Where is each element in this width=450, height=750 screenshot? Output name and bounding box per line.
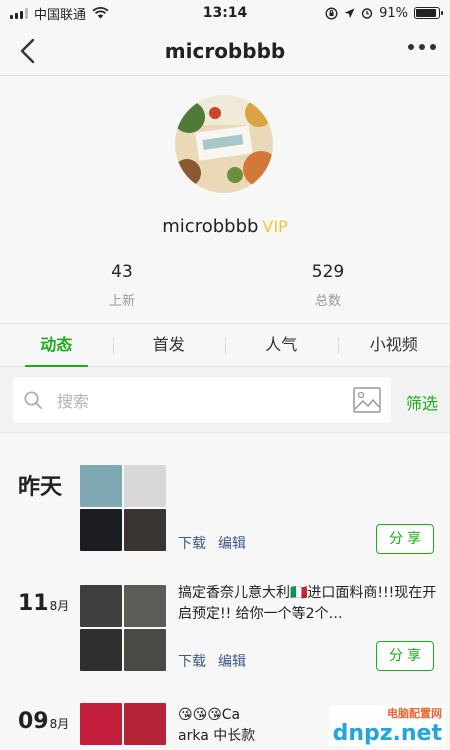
- post-thumbnails[interactable]: [80, 703, 166, 745]
- post-thumbnails[interactable]: [80, 465, 166, 551]
- stat-total-label: 总数: [314, 294, 341, 309]
- stat-new-value: 43: [111, 262, 133, 282]
- feed-list: 昨天 下载 编辑 分享 118月 搞定香奈儿意大利🇮🇹进口面料商!!!现在开启预…: [0, 432, 450, 750]
- stat-total[interactable]: 529 总数: [268, 262, 388, 309]
- stat-new-label: 上新: [108, 294, 135, 309]
- post-thumbnail[interactable]: [80, 629, 122, 671]
- post-thumbnail[interactable]: [124, 509, 166, 551]
- post-date: 昨天: [18, 469, 62, 501]
- clock: 13:14: [202, 5, 248, 21]
- post-text[interactable]: 搞定香奈儿意大利🇮🇹进口面料商!!!现在开启预定!! 给你一个等2个…: [178, 583, 440, 627]
- post-thumbnail[interactable]: [80, 509, 122, 551]
- tab-premiere[interactable]: 首发: [112, 324, 226, 366]
- watermark-subtext: 电脑配置网: [387, 707, 442, 720]
- tab-dynamic[interactable]: 动态: [0, 324, 113, 367]
- post-thumbnail[interactable]: [124, 629, 166, 671]
- post-thumbnail[interactable]: [124, 703, 166, 745]
- download-link[interactable]: 下载: [178, 651, 206, 671]
- watermark: 电脑配置网 dnpz.net: [328, 705, 446, 746]
- carrier-label: 中国联通: [34, 7, 87, 23]
- search-placeholder: 搜索: [57, 392, 90, 411]
- nav-bar: microbbbb: [0, 26, 450, 76]
- post-date: 098月: [18, 709, 69, 734]
- tab-popular[interactable]: 人气: [225, 324, 338, 366]
- post-date-month: 8月: [49, 717, 70, 731]
- more-icon: [408, 44, 414, 50]
- post-date-month: 8月: [49, 599, 70, 613]
- search-area: 搜索 筛选: [0, 368, 450, 432]
- search-icon: [24, 391, 42, 409]
- filter-button[interactable]: 筛选: [406, 390, 438, 414]
- post-thumbnail[interactable]: [124, 585, 166, 627]
- battery-level: [416, 9, 437, 17]
- post-date: 118月: [18, 591, 69, 616]
- stat-total-value: 529: [311, 262, 345, 282]
- location-icon: [344, 8, 355, 18]
- post-text[interactable]: 😘😘😘Ca arka 中长款: [178, 705, 268, 749]
- share-button[interactable]: 分享: [376, 524, 434, 554]
- more-button[interactable]: [408, 44, 436, 50]
- edit-link[interactable]: 编辑: [218, 651, 246, 671]
- post-thumbnail[interactable]: [80, 703, 122, 745]
- tab-bar: 动态 首发 人气 小视频: [0, 323, 450, 367]
- post-thumbnail[interactable]: [80, 585, 122, 627]
- wifi-icon: [92, 7, 109, 19]
- download-link[interactable]: 下载: [178, 533, 206, 553]
- stat-new[interactable]: 43 上新: [62, 262, 182, 309]
- image-icon[interactable]: [353, 387, 381, 413]
- avatar-image: [175, 95, 273, 193]
- back-button[interactable]: [14, 36, 44, 66]
- post-actions: 下载 编辑: [178, 533, 246, 553]
- battery-icon: [414, 7, 443, 19]
- post-date-day: 昨天: [18, 475, 63, 500]
- edit-link[interactable]: 编辑: [218, 533, 246, 553]
- profile-name-row: microbbbb VIP: [0, 216, 450, 237]
- tab-short-video[interactable]: 小视频: [337, 324, 450, 366]
- post-thumbnails[interactable]: [80, 585, 166, 671]
- watermark-text: dnpz.net: [332, 721, 442, 746]
- post-actions: 下载 编辑: [178, 651, 246, 671]
- page-title: microbbbb: [164, 38, 286, 63]
- alarm-icon: [361, 8, 373, 19]
- share-button[interactable]: 分享: [376, 641, 434, 671]
- signal-icon: [10, 7, 28, 19]
- chevron-left-icon: [20, 38, 35, 64]
- profile-card: microbbbb VIP 43 上新 529 总数: [0, 77, 450, 323]
- avatar[interactable]: [175, 95, 273, 193]
- post-date-day: 09: [18, 709, 49, 734]
- post-thumbnail[interactable]: [80, 465, 122, 507]
- vip-badge: VIP: [262, 217, 288, 236]
- rotation-lock-icon: [325, 7, 338, 19]
- post-date-day: 11: [18, 591, 49, 616]
- post-thumbnail[interactable]: [124, 465, 166, 507]
- battery-percent: 91%: [379, 5, 408, 21]
- profile-name: microbbbb: [162, 216, 259, 237]
- status-bar: 中国联通 13:14 91%: [0, 0, 450, 26]
- search-input[interactable]: 搜索: [13, 377, 391, 423]
